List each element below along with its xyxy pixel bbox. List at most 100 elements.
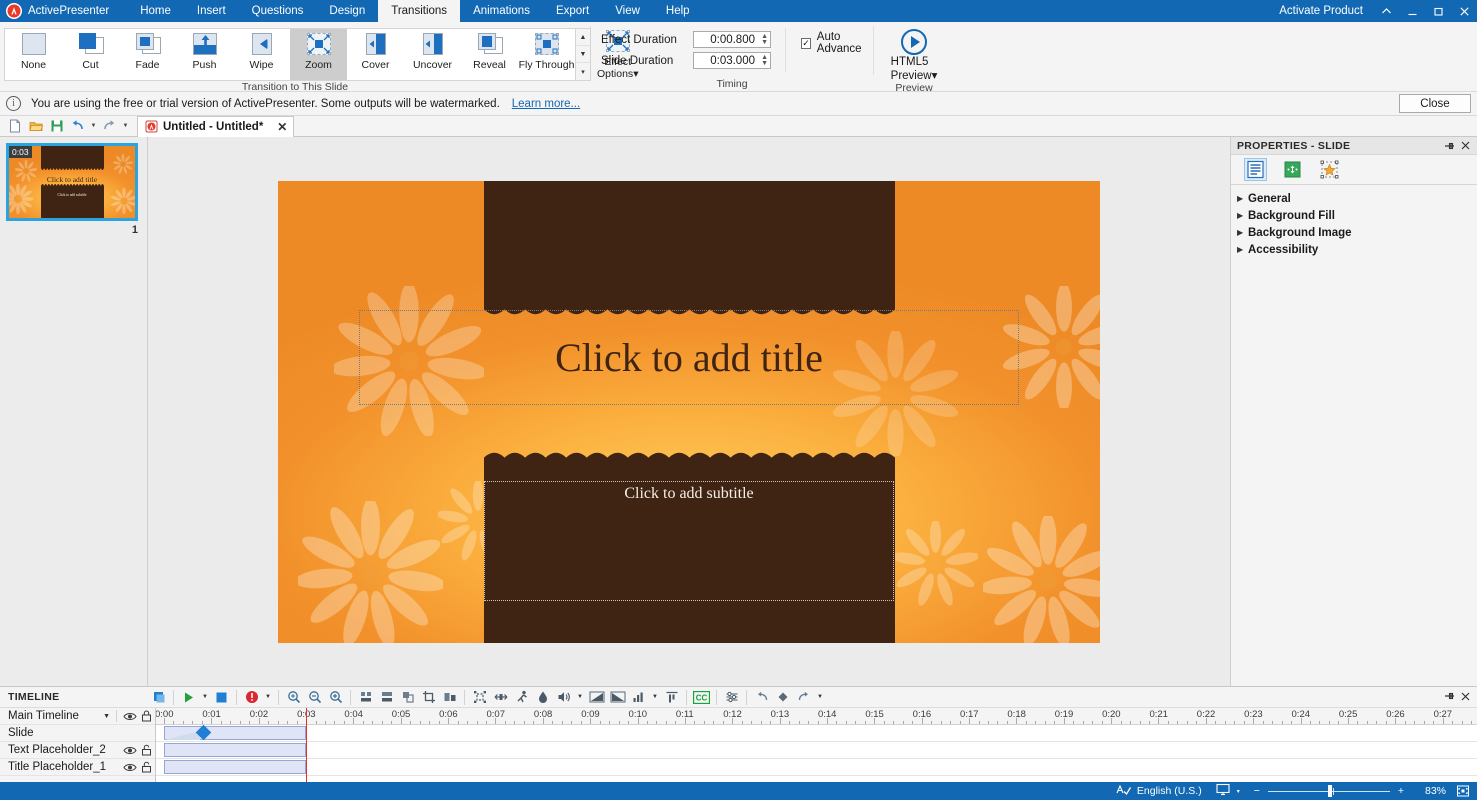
undo-dropdown-caret[interactable]: ▼ [88,117,99,136]
slide-properties-tab[interactable] [1245,159,1266,180]
chevron-up-icon[interactable] [1373,0,1399,22]
transition-cut[interactable]: Cut [62,29,119,80]
redo-dropdown-caret[interactable]: ▼ [120,117,131,136]
effect-duration-spin-arrows[interactable]: ▲▼ [761,33,768,46]
blur-icon[interactable] [532,688,553,707]
transition-reveal[interactable]: Reveal [461,29,518,80]
tab-help[interactable]: Help [653,0,703,22]
transition-none[interactable]: None [5,29,62,80]
play-dropdown-caret[interactable]: ▼ [199,688,211,707]
volume-level-dropdown-caret[interactable]: ▼ [649,688,661,707]
slide-stage[interactable]: Click to add title Click to add subtitle [278,181,1100,643]
redo-icon[interactable] [99,117,120,136]
zoom-slider[interactable] [1268,785,1390,797]
timeline-track-text-placeholder-2[interactable] [156,742,1477,759]
main-timeline-caret[interactable]: ▼ [103,713,110,720]
transition-wipe[interactable]: Wipe [233,29,290,80]
html5-preview-button[interactable]: HTML5 Preview▾ [883,26,945,82]
track-header-slide[interactable]: Slide [0,725,155,742]
transition-zoom[interactable]: Zoom [290,29,347,80]
slide-duration-input[interactable] [694,53,770,68]
expand-triangle-icon[interactable]: ▶ [1237,228,1248,237]
gallery-scroll-down-icon[interactable]: ▼ [576,46,590,63]
minimize-icon[interactable] [1399,0,1425,22]
slide-duration-stepper[interactable]: ▲▼ [693,52,771,69]
timeline-track-title-placeholder-1[interactable] [156,759,1477,776]
activate-product-link[interactable]: Activate Product [1279,5,1363,17]
split-icon[interactable] [439,688,460,707]
track-header-title-placeholder-1[interactable]: Title Placeholder_1 [0,759,155,776]
volume-dropdown-caret[interactable]: ▼ [574,688,586,707]
properties-section-background-image[interactable]: ▶ Background Image [1231,224,1477,241]
more-caret[interactable]: ▼ [814,688,826,707]
slide-canvas-area[interactable]: Click to add title Click to add subtitle [148,137,1230,686]
tab-animations[interactable]: Animations [460,0,543,22]
tab-design[interactable]: Design [316,0,378,22]
open-project-icon[interactable] [25,117,46,136]
new-project-icon[interactable] [4,117,25,136]
pin-icon[interactable] [1441,138,1457,154]
language-status[interactable]: English (U.S.) [1116,784,1202,799]
expand-triangle-icon[interactable]: ▶ [1237,245,1248,254]
playhead[interactable] [306,708,307,782]
tab-view[interactable]: View [602,0,653,22]
slide-thumbnail-item[interactable]: Click to add title Click to add subtitle… [6,143,138,236]
tab-insert[interactable]: Insert [184,0,239,22]
document-tab-close-icon[interactable]: ✕ [277,121,287,133]
timeline-clip[interactable] [164,760,306,774]
display-icon[interactable] [1216,783,1230,799]
record-icon[interactable] [241,688,262,707]
redo-action-icon[interactable] [793,688,814,707]
transition-fade[interactable]: Fade [119,29,176,80]
new-timeline-icon[interactable] [148,688,169,707]
closed-caption-icon[interactable]: CC [691,688,712,707]
transition-push[interactable]: Push [176,29,233,80]
main-timeline-row[interactable]: Main Timeline ▼ [0,708,155,725]
timeline-tracks[interactable]: 0:000:010:020:030:040:050:060:070:080:09… [156,708,1477,782]
visibility-toggle-icon[interactable] [121,762,138,773]
maximize-icon[interactable] [1425,0,1451,22]
zoom-in-icon[interactable] [325,688,346,707]
fade-out-icon[interactable] [607,688,628,707]
effect-duration-input[interactable] [694,32,770,47]
move-icon[interactable] [490,688,511,707]
html5-preview-caret[interactable]: ▾ [932,70,938,82]
close-notification-button[interactable]: Close [1399,94,1471,113]
stop-icon[interactable] [211,688,232,707]
display-m[interactable]: ▾ [1216,783,1240,799]
lock-toggle-icon[interactable] [138,744,155,756]
undo-icon[interactable] [67,117,88,136]
zoom-in-button[interactable]: + [1398,785,1404,797]
zoom-control[interactable]: − + 83% [1254,783,1471,799]
gallery-more-icon[interactable]: ▾ [576,63,590,80]
record-dropdown-caret[interactable]: ▼ [262,688,274,707]
zoom-slider-thumb[interactable] [1328,785,1332,797]
delete-time-icon[interactable] [376,688,397,707]
expand-triangle-icon[interactable]: ▶ [1237,194,1248,203]
properties-section-background-fill[interactable]: ▶ Background Fill [1231,207,1477,224]
fade-in-icon[interactable] [586,688,607,707]
undo-action-icon[interactable] [751,688,772,707]
subtitle-placeholder[interactable]: Click to add subtitle [485,482,893,600]
transition-cover[interactable]: Cover [347,29,404,80]
lock-toggle-icon[interactable] [138,710,155,722]
adjust-icon[interactable] [721,688,742,707]
insert-time-icon[interactable] [355,688,376,707]
slide-thumbnail[interactable]: Click to add title Click to add subtitle… [6,143,138,221]
document-tab[interactable]: Untitled - Untitled* ✕ [137,116,294,137]
transition-fly-through[interactable]: Fly Through [518,29,575,80]
play-icon[interactable] [178,688,199,707]
visibility-toggle-icon[interactable] [121,745,138,756]
gallery-scrollbar[interactable]: ▲ ▼ ▾ [575,29,590,80]
properties-section-accessibility[interactable]: ▶ Accessibility [1231,241,1477,258]
copy-time-icon[interactable] [397,688,418,707]
learn-more-link[interactable]: Learn more... [512,98,580,110]
transform-icon[interactable] [469,688,490,707]
expand-triangle-icon[interactable]: ▶ [1237,211,1248,220]
auto-advance-checkbox[interactable]: ✓ [801,38,811,49]
crop-icon[interactable] [418,688,439,707]
lock-toggle-icon[interactable] [138,761,155,773]
keyframe-icon[interactable] [772,688,793,707]
tab-questions[interactable]: Questions [239,0,317,22]
slide-animation-tab[interactable] [1319,159,1340,180]
